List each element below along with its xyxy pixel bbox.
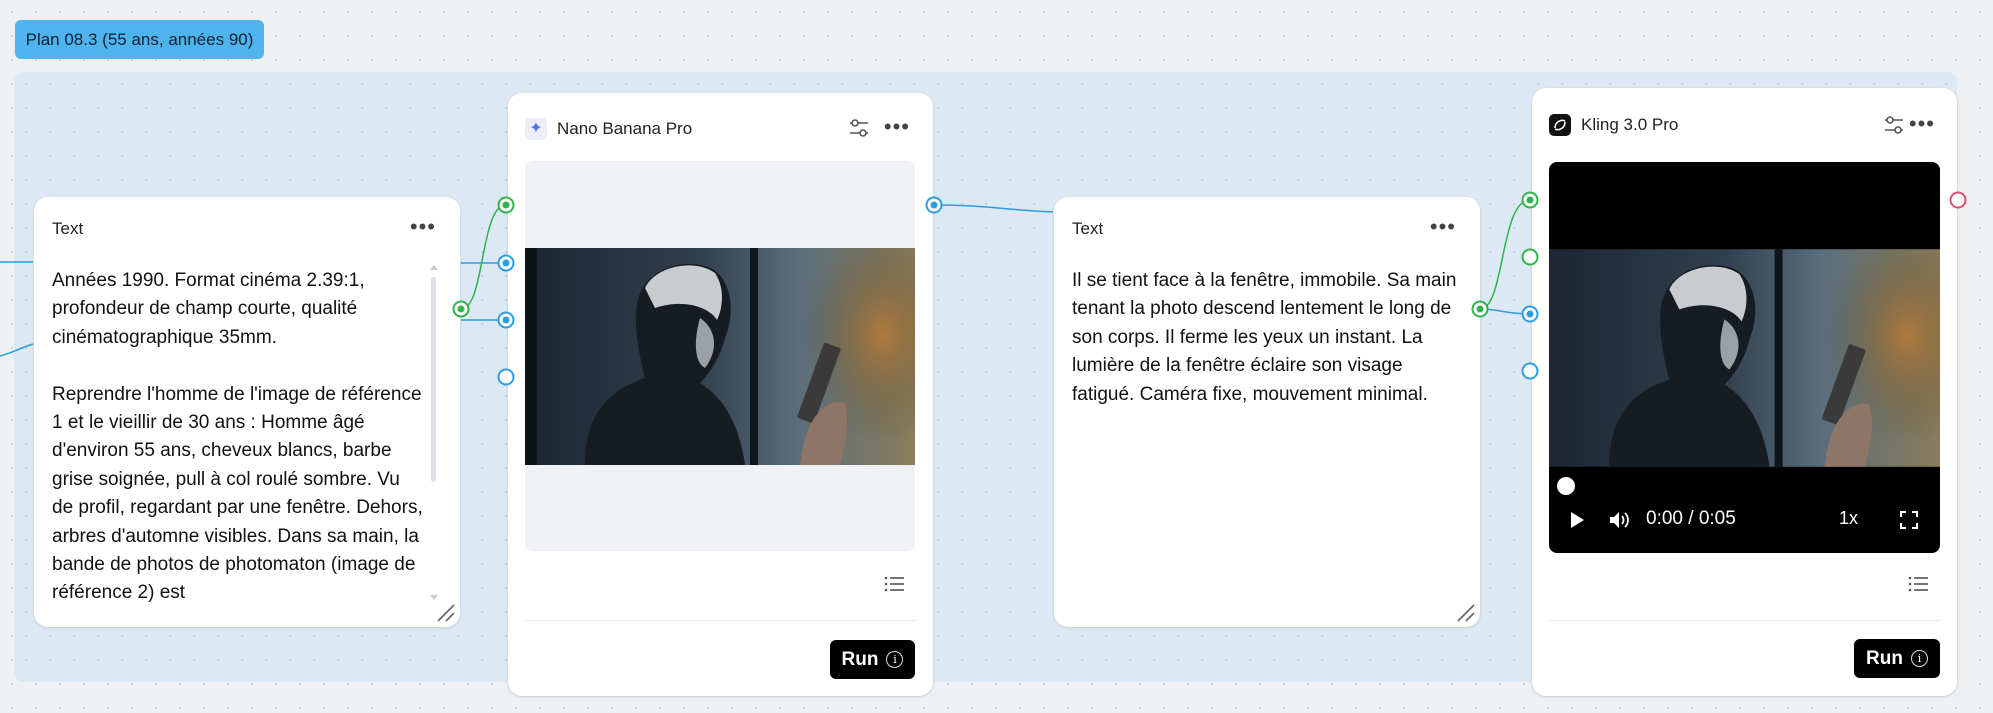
volume-icon[interactable] [1609, 510, 1631, 530]
run-button[interactable]: Run i [830, 640, 915, 679]
node-title: ✦ Nano Banana Pro [525, 118, 692, 140]
input-port[interactable] [497, 254, 515, 272]
resize-handle-icon[interactable] [1454, 601, 1476, 623]
input-port[interactable] [1521, 362, 1539, 380]
info-icon[interactable]: i [886, 651, 904, 668]
more-options-icon[interactable]: ••• [1909, 113, 1935, 135]
scroll-up-icon[interactable] [430, 265, 438, 270]
divider [525, 620, 916, 621]
scroll-thumb[interactable] [431, 277, 436, 482]
scroll-down-icon[interactable] [430, 595, 438, 600]
run-label: Run [1866, 647, 1903, 669]
video-gen-node[interactable]: Kling 3.0 Pro ••• 0:00 / 0:05 1x Run i [1532, 88, 1957, 696]
video-player[interactable]: 0:00 / 0:05 1x [1549, 162, 1940, 553]
node-title-label: Nano Banana Pro [557, 119, 693, 138]
output-port[interactable] [1471, 300, 1489, 318]
list-view-icon[interactable] [1907, 574, 1931, 594]
list-view-icon[interactable] [883, 574, 907, 594]
settings-sliders-icon[interactable] [846, 115, 872, 141]
input-port[interactable] [452, 300, 470, 318]
fullscreen-icon[interactable] [1900, 511, 1918, 529]
node-title: Text [1072, 219, 1104, 238]
play-icon[interactable] [1569, 511, 1585, 529]
node-title: Text [52, 219, 84, 238]
generated-image[interactable] [525, 248, 915, 465]
output-port[interactable] [925, 196, 943, 214]
node-title-label: Kling 3.0 Pro [1581, 115, 1679, 134]
video-scrub-handle[interactable] [1557, 477, 1575, 495]
divider [1549, 620, 1940, 621]
input-port[interactable] [1521, 191, 1539, 209]
video-progress-bar[interactable] [1557, 477, 1930, 495]
run-label: Run [841, 648, 879, 670]
run-button[interactable]: Run i [1854, 639, 1940, 678]
input-port[interactable] [497, 196, 515, 214]
text-node-motion[interactable]: Text ••• Il se tient face à la fenêtre, … [1054, 197, 1480, 627]
text-node-prompt[interactable]: Text ••• Années 1990. Format cinéma 2.39… [34, 197, 460, 627]
more-options-icon[interactable]: ••• [1430, 216, 1456, 238]
input-port[interactable] [1521, 305, 1539, 323]
more-options-icon[interactable]: ••• [410, 216, 436, 238]
info-icon[interactable]: i [1910, 650, 1928, 667]
group-label[interactable]: Plan 08.3 (55 ans, années 90) [15, 20, 264, 59]
video-time: 0:00 / 0:05 [1646, 508, 1736, 529]
resize-handle-icon[interactable] [434, 601, 456, 623]
prompt-text[interactable]: Il se tient face à la fenêtre, immobile.… [1072, 267, 1467, 607]
input-port[interactable] [497, 368, 515, 386]
playback-speed[interactable]: 1x [1839, 508, 1858, 529]
video-frame [1549, 249, 1940, 467]
scrollbar[interactable] [429, 265, 439, 605]
prompt-text[interactable]: Années 1990. Format cinéma 2.39:1, profo… [52, 267, 424, 607]
image-gen-node[interactable]: ✦ Nano Banana Pro ••• Run i [508, 93, 933, 696]
input-port[interactable] [1521, 248, 1539, 266]
generated-image-panel [525, 161, 915, 551]
more-options-icon[interactable]: ••• [884, 116, 910, 138]
settings-sliders-icon[interactable] [1881, 112, 1907, 138]
node-title: Kling 3.0 Pro [1549, 114, 1678, 136]
sparkle-icon: ✦ [525, 118, 547, 140]
kling-logo-icon [1549, 114, 1571, 136]
input-port[interactable] [497, 311, 515, 329]
output-port[interactable] [1949, 191, 1967, 209]
